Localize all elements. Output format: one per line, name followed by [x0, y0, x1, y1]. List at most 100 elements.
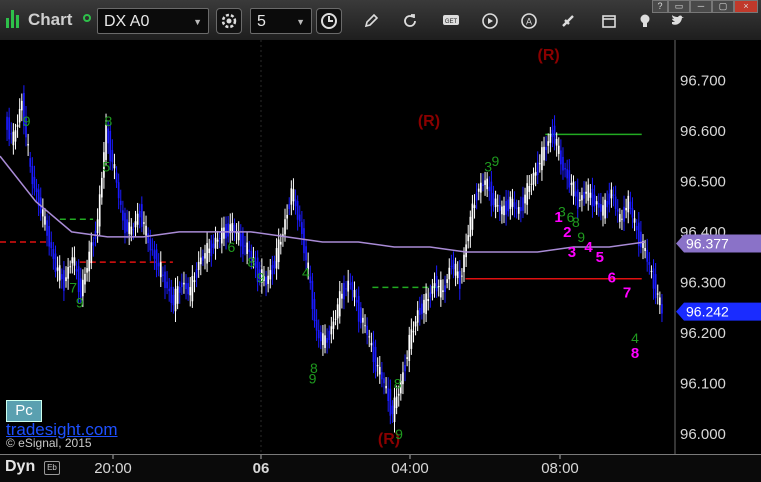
- candle-body: [644, 248, 646, 252]
- y-tick-label: 96.700: [680, 72, 726, 89]
- candle-body: [635, 225, 638, 231]
- close-button[interactable]: ×: [734, 0, 758, 13]
- candle-body: [319, 331, 322, 342]
- candle-body: [654, 274, 657, 299]
- candle-body: [35, 188, 38, 193]
- alert-icon[interactable]: A: [516, 8, 542, 34]
- candle-body: [372, 341, 375, 362]
- candle-body: [180, 282, 183, 288]
- candle-body: [145, 225, 147, 236]
- candle-body: [486, 178, 489, 190]
- candle-body: [389, 388, 392, 416]
- candle-body: [14, 130, 17, 142]
- setup-count-label: 7: [69, 279, 77, 295]
- candle-body: [65, 277, 67, 282]
- candle-body: [63, 270, 65, 291]
- candle-body: [383, 378, 385, 384]
- candle-body: [155, 249, 158, 270]
- candle-body: [178, 286, 181, 293]
- settings-gear-icon[interactable]: [216, 8, 242, 34]
- candle-body: [326, 338, 328, 343]
- candle-body: [176, 286, 179, 304]
- candle-body: [208, 248, 211, 254]
- candle-body: [75, 269, 78, 272]
- candle-body: [471, 203, 474, 230]
- candle-body: [301, 222, 303, 235]
- candle-body: [517, 207, 520, 214]
- candle-body: [549, 134, 552, 143]
- candle-body: [513, 202, 516, 209]
- restore-button[interactable]: ▭: [668, 0, 690, 13]
- candle-body: [218, 238, 221, 240]
- candle-body: [570, 182, 573, 185]
- candle-body: [616, 209, 619, 212]
- candle-body: [511, 198, 514, 207]
- candle-body: [488, 186, 491, 192]
- candle-body: [604, 199, 606, 219]
- minimize-button[interactable]: ─: [690, 0, 712, 13]
- candle-body: [560, 150, 562, 165]
- candle-body: [395, 396, 398, 409]
- candle-body: [206, 243, 208, 264]
- candle-body: [421, 303, 423, 315]
- candle-body: [244, 245, 246, 247]
- candle-body: [109, 130, 112, 162]
- pc-button[interactable]: Pc: [6, 400, 42, 422]
- pencil-icon[interactable]: [358, 8, 384, 34]
- app-title: Chart: [28, 10, 73, 29]
- candle-body: [463, 254, 465, 273]
- candle-body: [168, 288, 171, 292]
- candle-body: [467, 235, 470, 242]
- candle-body: [431, 286, 434, 294]
- interval-input[interactable]: 5 ▼: [250, 8, 312, 34]
- setup-count-label: 8: [247, 254, 255, 270]
- symbol-input[interactable]: DX A0 ▼: [97, 8, 209, 34]
- candle-body: [115, 172, 118, 183]
- candle-body: [423, 299, 425, 313]
- setup-count-label: 9: [395, 426, 403, 442]
- link-icon[interactable]: [83, 14, 91, 22]
- price-chart[interactable]: (R)(R)(R)89498984935979863 698123 45678 96…: [0, 40, 761, 454]
- candle-body: [555, 138, 558, 146]
- candle-body: [67, 267, 69, 279]
- candle-body: [442, 290, 444, 293]
- chevron-down-icon[interactable]: ▼: [296, 9, 305, 35]
- candle-body: [246, 242, 248, 254]
- y-tick-label: 96.000: [680, 426, 726, 443]
- candle-body: [450, 265, 453, 267]
- maximize-button[interactable]: ▢: [712, 0, 734, 13]
- help-button[interactable]: ?: [652, 0, 668, 13]
- candle-body: [317, 329, 320, 339]
- x-tick-label: 08:00: [541, 460, 579, 477]
- candle-body: [656, 293, 659, 295]
- drawing-tools-icon[interactable]: [555, 8, 581, 34]
- chevron-down-icon[interactable]: ▼: [193, 9, 202, 35]
- candle-body: [58, 265, 61, 281]
- clock-icon[interactable]: [316, 8, 342, 34]
- candle-body: [661, 304, 663, 314]
- setup-count-label: 3: [484, 158, 492, 174]
- candle-body: [105, 124, 107, 160]
- refresh-icon[interactable]: [397, 8, 423, 34]
- calendar-icon[interactable]: [596, 8, 622, 34]
- candle-body: [612, 194, 615, 197]
- get-icon[interactable]: GET: [438, 8, 464, 34]
- candle-body: [627, 195, 630, 213]
- candle-body: [646, 249, 649, 262]
- candle-body: [117, 182, 120, 199]
- candle-body: [484, 180, 486, 185]
- candle-body: [147, 233, 149, 243]
- candle-body: [374, 346, 377, 372]
- copyright: © eSignal, 2015: [6, 436, 92, 450]
- candle-body: [315, 319, 318, 331]
- candle-body: [587, 184, 590, 201]
- candle-body: [126, 219, 128, 232]
- x-tick-label: 06: [253, 460, 270, 477]
- candle-body: [290, 188, 293, 205]
- play-icon[interactable]: [477, 8, 503, 34]
- candle-body: [469, 216, 472, 237]
- candle-body: [473, 205, 476, 209]
- candle-body: [172, 294, 175, 306]
- candle-body: [231, 223, 234, 232]
- candle-body: [629, 201, 632, 210]
